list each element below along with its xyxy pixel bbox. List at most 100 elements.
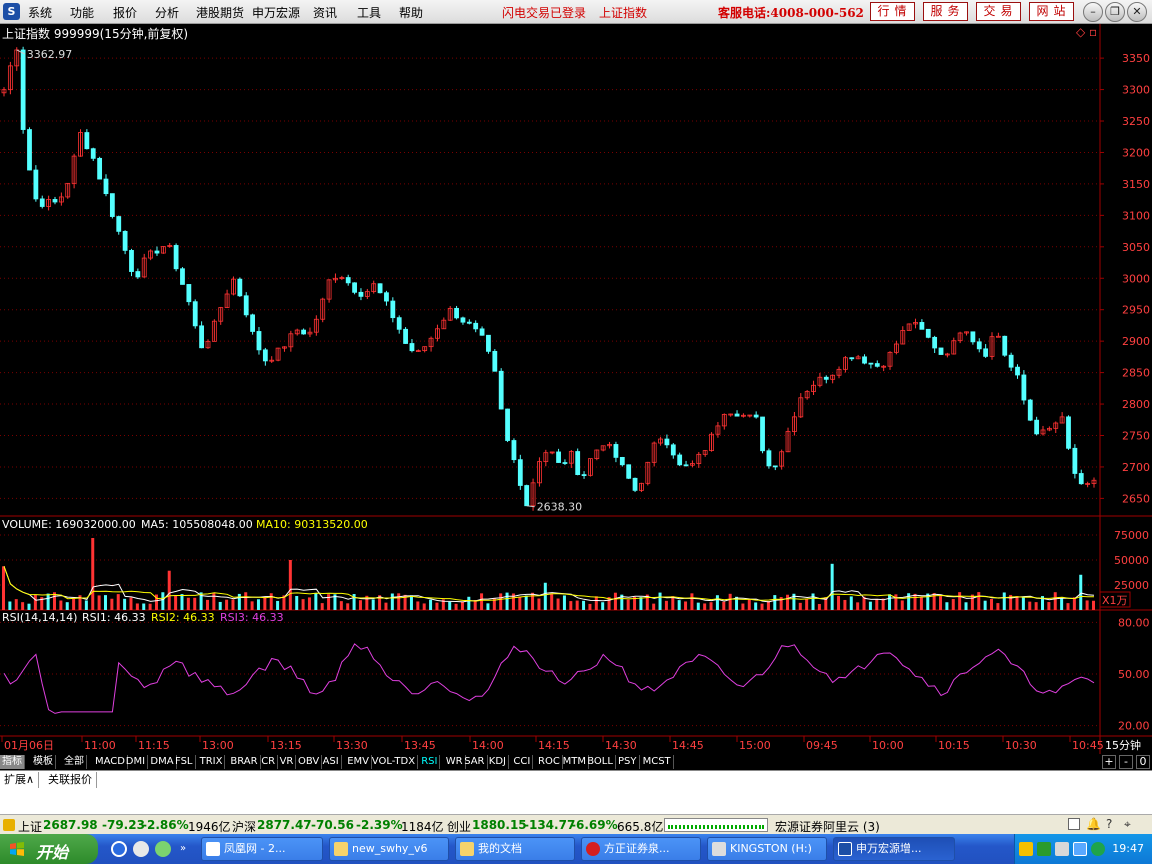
volume-bar bbox=[212, 592, 216, 610]
menu-help[interactable]: 帮助 bbox=[399, 4, 423, 21]
volume-bar bbox=[505, 592, 509, 610]
quicklaunch-expand-icon[interactable]: » bbox=[180, 843, 186, 854]
y-tick-label: 2950 bbox=[1122, 304, 1150, 317]
close-icon[interactable]: ✕ bbox=[1127, 2, 1147, 22]
candle-body bbox=[454, 307, 459, 319]
indicator-tab-brar[interactable]: BRAR bbox=[228, 755, 261, 769]
indicator-tab-cr[interactable]: CR bbox=[259, 755, 279, 769]
indicator-tab-vr[interactable]: VR bbox=[278, 755, 297, 769]
chart-area[interactable]: 3362.97 2638.30 2650 2700 2750 2800 2850 2900 2… bbox=[0, 24, 1152, 754]
menu-tools[interactable]: 工具 bbox=[357, 4, 381, 21]
pin-icon[interactable]: ⌖ bbox=[1124, 817, 1131, 832]
volume-bar bbox=[996, 603, 1000, 610]
volume-bar bbox=[760, 603, 764, 610]
market-button[interactable]: 行情 bbox=[870, 2, 915, 21]
indicator-tab-obv[interactable]: OBV bbox=[296, 755, 323, 769]
volume-bar bbox=[1079, 574, 1083, 610]
tray-security-icon[interactable] bbox=[1091, 842, 1105, 856]
candle-body bbox=[632, 477, 638, 491]
task-founder-securities[interactable]: 方正证券泉... bbox=[581, 837, 701, 861]
task-swhy-enhanced[interactable]: 申万宏源增... bbox=[833, 837, 955, 861]
indicator-tab-dmi[interactable]: DMI bbox=[124, 755, 149, 769]
tray-device-icon[interactable] bbox=[1055, 842, 1069, 856]
rsi-label: RSI(14,14,14) bbox=[2, 611, 78, 624]
rsi2-label: RSI2: 46.33 bbox=[151, 611, 215, 624]
y-tick-label: 3000 bbox=[1122, 272, 1150, 285]
y-tick-label: 80.00 bbox=[1118, 616, 1150, 629]
website-button[interactable]: 网站 bbox=[1029, 2, 1074, 21]
task-kingston-drive[interactable]: KINGSTON (H:) bbox=[707, 837, 827, 861]
indicator-tab-macd[interactable]: MACD bbox=[93, 755, 128, 769]
tab-control-plus[interactable]: + bbox=[1102, 755, 1116, 769]
indicator-tab-psy[interactable]: PSY bbox=[616, 755, 640, 769]
menu-quote[interactable]: 报价 bbox=[113, 4, 137, 21]
indicator-tab-fsl[interactable]: FSL bbox=[173, 755, 196, 769]
volume-bar bbox=[1085, 600, 1089, 610]
indicator-tab-模板[interactable]: 模板 bbox=[31, 755, 56, 769]
volume-unit-label: X1万 bbox=[1102, 594, 1128, 607]
candle-body bbox=[613, 444, 619, 458]
volume-bar bbox=[409, 595, 413, 610]
indicator-tab-rsi[interactable]: RSI bbox=[419, 755, 441, 769]
current-index-label[interactable]: 上证指数 bbox=[599, 4, 647, 21]
start-button[interactable]: 开始 bbox=[0, 834, 98, 864]
trade-button[interactable]: 交易 bbox=[976, 2, 1021, 21]
ie-icon[interactable] bbox=[111, 841, 127, 857]
browser-icon[interactable] bbox=[155, 841, 171, 857]
candle-body bbox=[823, 376, 829, 380]
task-ifeng[interactable]: 凤凰网 - 2... bbox=[201, 837, 323, 861]
chart-svg[interactable]: 3362.972638.30 2650270027502800285029002… bbox=[0, 24, 1152, 754]
desktop-icon[interactable] bbox=[133, 841, 149, 857]
candle-body bbox=[874, 363, 880, 367]
restore-icon[interactable]: ❐ bbox=[1105, 2, 1125, 22]
menu-hk-futures[interactable]: 港股期货 bbox=[196, 4, 244, 21]
menu-function[interactable]: 功能 bbox=[70, 4, 94, 21]
window-icon[interactable] bbox=[1068, 818, 1080, 830]
indicator-tab-roc[interactable]: ROC bbox=[536, 755, 563, 769]
chart-options-icon[interactable]: ◇ ▫ bbox=[1076, 25, 1097, 39]
volume-bar bbox=[161, 592, 165, 610]
volume-bar bbox=[881, 598, 885, 610]
y-tick-label: 3200 bbox=[1122, 146, 1150, 159]
indicator-tab-vol-tdx[interactable]: VOL-TDX bbox=[370, 755, 419, 769]
menu-swhy[interactable]: 申万宏源 bbox=[252, 4, 300, 21]
question-icon[interactable]: ? bbox=[1106, 817, 1112, 831]
minimize-icon[interactable]: – bbox=[1083, 2, 1103, 22]
related-quotes-tab[interactable]: 关联报价 bbox=[44, 772, 97, 788]
indicator-tab-kdj[interactable]: KDJ bbox=[487, 755, 510, 769]
menu-analysis[interactable]: 分析 bbox=[155, 4, 179, 21]
tray-network-icon[interactable] bbox=[1037, 842, 1051, 856]
tab-control-minus[interactable]: - bbox=[1119, 755, 1133, 769]
bell-icon[interactable]: 🔔 bbox=[1086, 817, 1101, 831]
x-tick-label: 10:00 bbox=[872, 739, 904, 752]
app-icon bbox=[838, 842, 852, 856]
indicator-tab-全部[interactable]: 全部 bbox=[62, 755, 87, 769]
volume-bar bbox=[97, 595, 101, 610]
candle-body bbox=[384, 292, 389, 302]
expand-tab[interactable]: 扩展∧ bbox=[0, 772, 40, 788]
indicator-tab-cci[interactable]: CCI bbox=[511, 755, 534, 769]
menu-news[interactable]: 资讯 bbox=[313, 4, 337, 21]
indicator-tab-boll[interactable]: BOLL bbox=[585, 755, 616, 769]
candle-body bbox=[760, 416, 765, 452]
indicator-tab-emv[interactable]: EMV bbox=[345, 755, 372, 769]
volume-bar bbox=[327, 594, 331, 610]
broker-server[interactable]: 宏源证券阿里云 (3) bbox=[775, 818, 880, 835]
app-logo-icon[interactable]: S bbox=[3, 3, 20, 20]
service-button[interactable]: 服务 bbox=[923, 2, 968, 21]
tray-shield-icon[interactable] bbox=[1073, 842, 1087, 856]
indicator-tab-sar[interactable]: SAR bbox=[462, 755, 488, 769]
task-my-documents[interactable]: 我的文档 bbox=[455, 837, 575, 861]
ticker-icon[interactable] bbox=[3, 819, 15, 831]
indicator-tab-mcst[interactable]: MCST bbox=[641, 755, 674, 769]
indicator-tab-trix[interactable]: TRIX bbox=[198, 755, 226, 769]
menu-system[interactable]: 系统 bbox=[28, 4, 52, 21]
tab-control-zero[interactable]: 0 bbox=[1136, 755, 1150, 769]
tray-app-icon[interactable] bbox=[1019, 842, 1033, 856]
indicator-tab-asi[interactable]: ASI bbox=[321, 755, 342, 769]
ma5-label: MA5: 105508048.00 bbox=[141, 518, 253, 531]
x-tick-label: 11:00 bbox=[84, 739, 116, 752]
indicator-tab-指标[interactable]: 指标 bbox=[0, 755, 25, 769]
task-new-swhy[interactable]: new_swhy_v6 bbox=[329, 837, 449, 861]
login-status[interactable]: 闪电交易已登录 bbox=[502, 4, 586, 21]
